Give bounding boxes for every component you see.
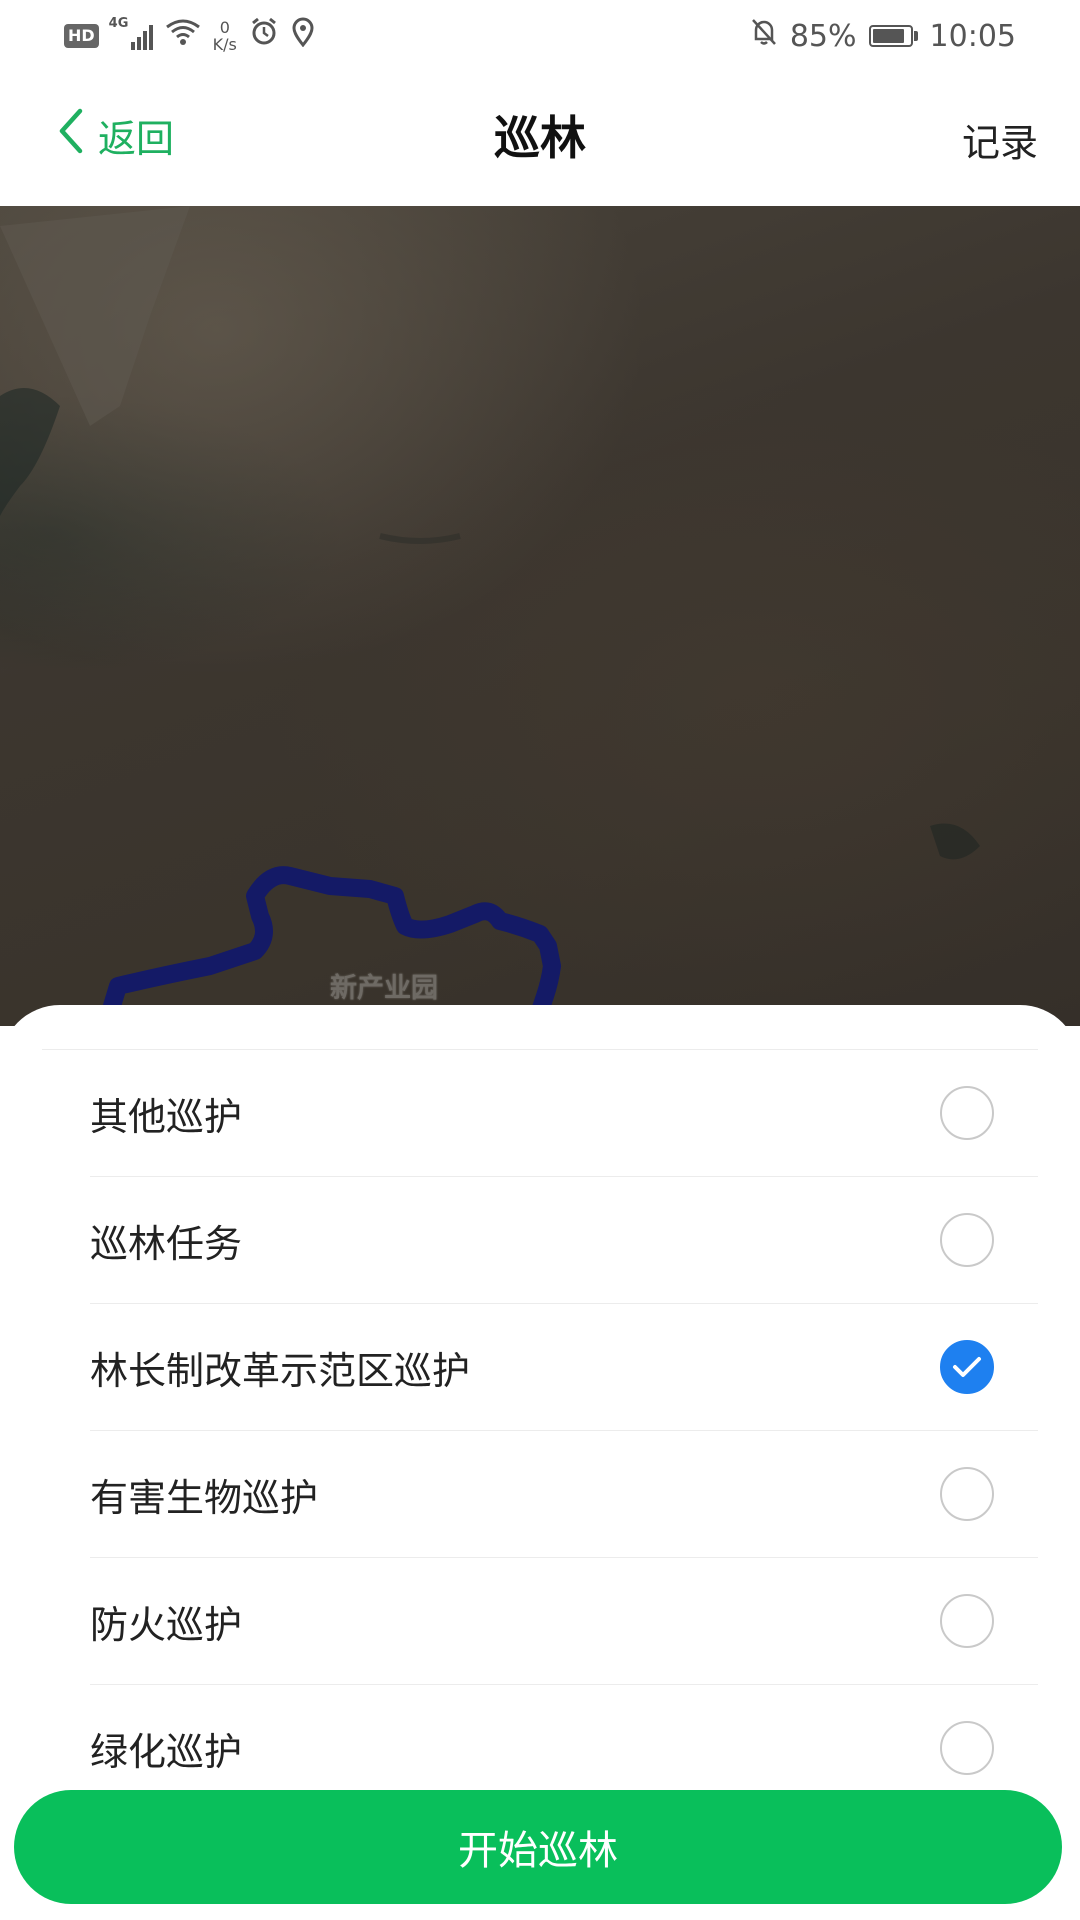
patrol-type-option[interactable]: 防火巡护 <box>90 1558 1038 1685</box>
battery-percent: 85% <box>789 18 857 54</box>
network-type: 4G <box>108 16 129 31</box>
net-speed-value: 0 <box>219 18 230 37</box>
radio-unchecked-icon[interactable] <box>940 1467 994 1521</box>
map-place-label: 新产业园 <box>330 973 438 1004</box>
patrol-type-option[interactable]: 巡林任务 <box>90 1177 1038 1304</box>
patrol-type-label: 有害生物巡护 <box>90 1475 319 1520</box>
net-speed: 0 K/s <box>213 19 237 53</box>
patrol-type-sheet: 其他巡护巡林任务林长制改革示范区巡护 有害生物巡护 防火巡护绿化巡护 <box>0 1005 1080 1920</box>
bell-off-icon <box>750 17 778 55</box>
start-patrol-button[interactable]: 开始巡林 <box>14 1790 1062 1904</box>
patrol-type-label: 林长制改革示范区巡护 <box>90 1348 471 1393</box>
signal-icon: 4G <box>109 16 153 50</box>
net-speed-unit: K/s <box>212 35 237 54</box>
patrol-type-label: 其他巡护 <box>90 1094 243 1139</box>
nav-bar: 返回 巡林 记录 <box>0 72 1080 206</box>
status-right: 85% 10:05 <box>750 14 1016 58</box>
status-time: 10:05 <box>929 18 1016 54</box>
map-view[interactable]: 新产业园 <box>0 206 1080 1026</box>
patrol-type-option[interactable]: 林长制改革示范区巡护 <box>90 1304 1038 1431</box>
patrol-type-list: 其他巡护巡林任务林长制改革示范区巡护 有害生物巡护 防火巡护绿化巡护 <box>0 1050 1080 1811</box>
record-button[interactable]: 记录 <box>962 112 1038 167</box>
patrol-screen: HD 4G 0 K/s 85% 10:05 返回 巡林 记录 新产业园 其他巡护… <box>0 0 1080 1920</box>
patrol-type-option[interactable]: 有害生物巡护 <box>90 1431 1038 1558</box>
status-left: HD 4G 0 K/s <box>64 14 315 58</box>
page-title: 巡林 <box>494 111 586 165</box>
patrol-type-label: 绿化巡护 <box>90 1729 243 1774</box>
map-svg <box>0 206 980 1026</box>
radio-unchecked-icon[interactable] <box>940 1721 994 1775</box>
radio-unchecked-icon[interactable] <box>940 1213 994 1267</box>
wifi-icon <box>165 17 201 55</box>
radio-unchecked-icon[interactable] <box>940 1594 994 1648</box>
patrol-type-label: 巡林任务 <box>90 1221 243 1266</box>
location-icon <box>291 17 315 55</box>
patrol-type-option[interactable]: 其他巡护 <box>90 1050 1038 1177</box>
status-bar: HD 4G 0 K/s 85% 10:05 <box>0 0 1080 72</box>
battery-icon <box>868 25 918 47</box>
hd-badge: HD <box>64 24 99 48</box>
patrol-type-label: 防火巡护 <box>90 1602 243 1647</box>
alarm-icon <box>249 17 279 55</box>
radio-unchecked-icon[interactable] <box>940 1086 994 1140</box>
radio-checked-icon[interactable] <box>940 1340 994 1394</box>
